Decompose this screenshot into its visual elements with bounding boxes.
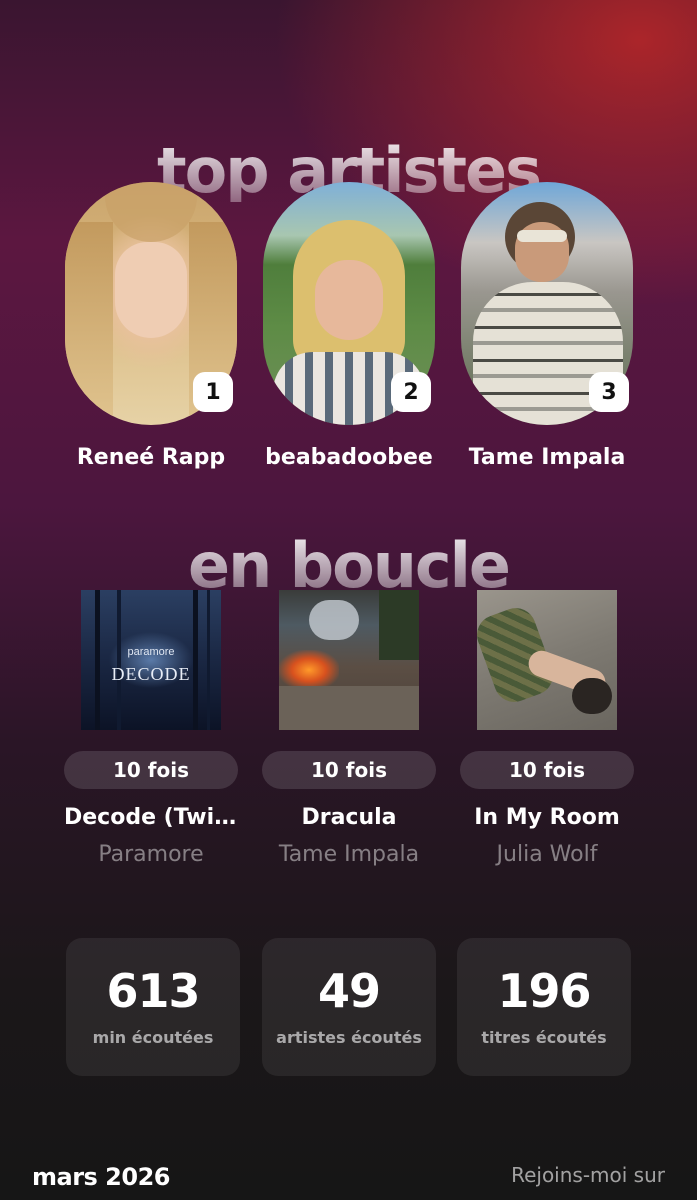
footer-date: mars 2026 — [32, 1163, 170, 1191]
track-title: Dracula — [301, 805, 397, 830]
artist-card-3[interactable]: 3 Tame Impala — [461, 182, 633, 470]
stat-value: 613 — [106, 964, 200, 1018]
track-title: In My Room — [474, 805, 620, 830]
play-count: 10 fois — [64, 751, 238, 789]
footer-join-link[interactable]: Rejoins-moi sur — [511, 1163, 665, 1187]
on-repeat-heading: en boucle — [0, 535, 697, 597]
stat-label: titres écoutés — [481, 1028, 607, 1047]
play-count: 10 fois — [460, 751, 634, 789]
rank-badge: 1 — [193, 372, 233, 412]
stat-value: 49 — [317, 964, 381, 1018]
track-artist: Tame Impala — [278, 842, 420, 867]
cover-title-text: DECODE — [111, 664, 191, 684]
artist-card-1[interactable]: 1 Reneé Rapp — [65, 182, 237, 470]
cover-band-text: paramore — [127, 646, 175, 658]
rank-badge: 2 — [391, 372, 431, 412]
album-cover: paramore DECODE — [81, 590, 221, 730]
artist-name: Tame Impala — [468, 445, 626, 470]
rank-badge: 3 — [589, 372, 629, 412]
artist-name: Reneé Rapp — [76, 445, 226, 470]
stat-artists: 49 artistes écoutés — [262, 938, 436, 1076]
play-count: 10 fois — [262, 751, 436, 789]
stat-tracks: 196 titres écoutés — [457, 938, 631, 1076]
track-card-2[interactable]: 10 fois Dracula Tame Impala — [262, 590, 436, 867]
track-artist: Paramore — [98, 842, 204, 867]
stat-label: artistes écoutés — [276, 1028, 422, 1047]
album-cover — [279, 590, 419, 730]
track-artist: Julia Wolf — [496, 842, 598, 867]
stat-value: 196 — [497, 964, 591, 1018]
track-card-1[interactable]: paramore DECODE 10 fois Decode (Twilight… — [64, 590, 238, 867]
album-cover — [477, 590, 617, 730]
track-card-3[interactable]: 10 fois In My Room Julia Wolf — [460, 590, 634, 867]
artist-card-2[interactable]: 2 beabadoobee — [263, 182, 435, 470]
stat-minutes: 613 min écoutées — [66, 938, 240, 1076]
artist-name: beabadoobee — [265, 445, 433, 470]
stat-label: min écoutées — [92, 1028, 214, 1047]
track-title: Decode (Twilight Version) — [64, 805, 238, 830]
